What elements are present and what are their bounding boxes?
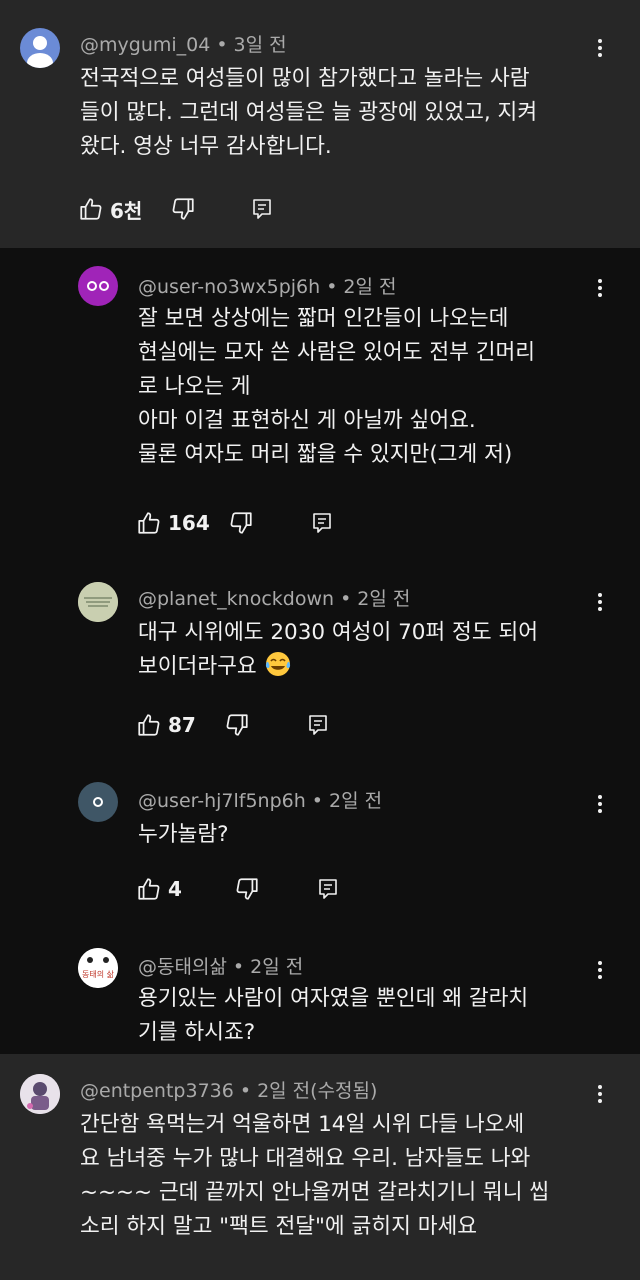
comment-text: 잘 보면 상상에는 짧머 인간들이 나오는데 현실에는 모자 쓴 사람은 있어도…: [138, 306, 536, 467]
tears-of-joy-emoji: [265, 652, 290, 676]
comment-meta: @user-hj7lf5np6h • 2일 전: [138, 786, 382, 813]
author-handle[interactable]: @동태의삶: [138, 956, 227, 978]
separator-dot: •: [340, 588, 352, 610]
author-handle[interactable]: @entpentp3736: [80, 1080, 234, 1102]
face-icon: [87, 281, 109, 291]
like-count: 6천: [110, 198, 143, 223]
timestamp: 2일 전: [343, 276, 397, 298]
dislike-button[interactable]: [228, 510, 254, 536]
comment-meta: @mygumi_04 • 3일 전: [80, 30, 287, 57]
separator-dot: •: [216, 34, 228, 56]
reply-button[interactable]: [316, 877, 340, 901]
thumbs-down-icon: [172, 198, 194, 220]
author-handle[interactable]: @user-hj7lf5np6h: [138, 790, 306, 812]
more-options-icon[interactable]: [590, 276, 610, 300]
comment-meta: @planet_knockdown • 2일 전: [138, 584, 410, 611]
comment-text: 용기있는 사람이 여자였을 뿐인데 왜 갈라치 기를 하시죠?: [138, 986, 529, 1045]
separator-dot: •: [311, 790, 323, 812]
reply-card: 동태의 삶 @동태의삶 • 2일 전 용기있는 사람이 여자였을 뿐인데 왜 갈라치…: [0, 938, 640, 1054]
thumbs-down-icon: [236, 878, 258, 900]
dislike-button[interactable]: [234, 876, 260, 902]
reply-icon: [319, 879, 337, 899]
like-button[interactable]: 4: [136, 876, 182, 902]
author-handle[interactable]: @planet_knockdown: [138, 588, 334, 610]
like-count: 4: [168, 877, 182, 901]
timestamp: 3일 전: [233, 34, 287, 56]
separator-dot: •: [232, 956, 245, 978]
thumbs-up-icon: [138, 714, 160, 736]
comment-text-line: 대구 시위에도 2030 여성이 70퍼 정도 되어: [138, 620, 539, 645]
comment-text: 전국적으로 여성들이 많이 참가했다고 놀라는 사람 들이 많다. 그런데 여성…: [80, 66, 538, 159]
reply-button[interactable]: [250, 197, 274, 221]
reply-card: @user-no3wx5pj6h • 2일 전 잘 보면 상상에는 짧머 인간들이 …: [0, 248, 640, 568]
dislike-button[interactable]: [224, 712, 250, 738]
reply-button[interactable]: [306, 713, 330, 737]
like-button[interactable]: 164: [136, 510, 210, 536]
comment-text: 누가놀람?: [138, 822, 229, 847]
thumbs-down-icon: [226, 714, 248, 736]
timestamp: 2일 전: [357, 588, 411, 610]
like-button[interactable]: 6천: [78, 195, 142, 224]
comment-text-line: 보이더라구요: [138, 650, 618, 684]
comment-actions: 6천: [78, 194, 274, 224]
comment-actions: 4: [136, 874, 340, 904]
reply-icon: [253, 199, 272, 219]
more-options-icon[interactable]: [590, 36, 610, 60]
cartoon-icon: [20, 1074, 60, 1114]
thumbs-up-icon: [138, 512, 160, 534]
thumbs-up-icon: [80, 198, 102, 220]
like-count: 87: [168, 713, 196, 737]
comment-text: 간단함 욕먹는거 억울하면 14일 시위 다들 나오세 요 남녀중 누가 많나 …: [80, 1112, 550, 1239]
dislike-button[interactable]: [170, 196, 196, 222]
comment-text-segment: 보이더라구요: [138, 654, 257, 679]
comment-card: @entpentp3736 • 2일 전(수정됨) 간단함 욕먹는거 억울하면 14…: [0, 1054, 640, 1280]
comment-actions: 87: [136, 710, 330, 740]
timestamp: 2일 전(수정됨): [257, 1080, 378, 1102]
comment-card: @mygumi_04 • 3일 전 전국적으로 여성들이 많이 참가했다고 놀라는 …: [0, 0, 640, 248]
face-icon: [93, 797, 103, 807]
comment-meta: @user-no3wx5pj6h • 2일 전: [138, 272, 397, 299]
drawing-icon: 동태의 삶: [78, 948, 118, 988]
avatar[interactable]: [20, 28, 60, 68]
comment-actions: 164: [136, 508, 334, 538]
comment-meta: @entpentp3736 • 2일 전(수정됨): [80, 1076, 377, 1103]
avatar-text: 동태의 삶: [82, 969, 115, 979]
avatar[interactable]: [78, 582, 118, 622]
separator-dot: •: [326, 276, 338, 298]
thumbs-down-icon: [230, 512, 252, 534]
avatar[interactable]: [20, 1074, 60, 1114]
reply-icon: [312, 513, 331, 533]
more-options-icon[interactable]: [590, 958, 610, 982]
timestamp: 2일 전: [250, 956, 304, 978]
reply-icon: [309, 715, 327, 735]
more-options-icon[interactable]: [590, 590, 610, 614]
avatar[interactable]: [78, 266, 118, 306]
timestamp: 2일 전: [329, 790, 383, 812]
separator-dot: •: [239, 1080, 252, 1102]
avatar[interactable]: [78, 782, 118, 822]
thumbs-up-icon: [138, 878, 160, 900]
reply-card: @user-hj7lf5np6h • 2일 전 누가놀람? 4: [0, 768, 640, 938]
author-handle[interactable]: @user-no3wx5pj6h: [138, 276, 320, 298]
author-handle[interactable]: @mygumi_04: [80, 34, 210, 56]
comment-meta: @동태의삶 • 2일 전: [138, 952, 303, 979]
like-count: 164: [168, 511, 210, 535]
avatar[interactable]: 동태의 삶: [78, 948, 118, 988]
more-options-icon[interactable]: [590, 792, 610, 816]
like-button[interactable]: 87: [136, 712, 196, 738]
reply-card: @planet_knockdown • 2일 전 대구 시위에도 2030 여성이 …: [0, 568, 640, 768]
more-options-icon[interactable]: [590, 1082, 610, 1106]
person-icon: [27, 36, 53, 68]
reply-button[interactable]: [310, 511, 334, 535]
comment-text: 대구 시위에도 2030 여성이 70퍼 정도 되어 보이더라구요: [138, 616, 618, 684]
photo-icon: [78, 582, 118, 622]
